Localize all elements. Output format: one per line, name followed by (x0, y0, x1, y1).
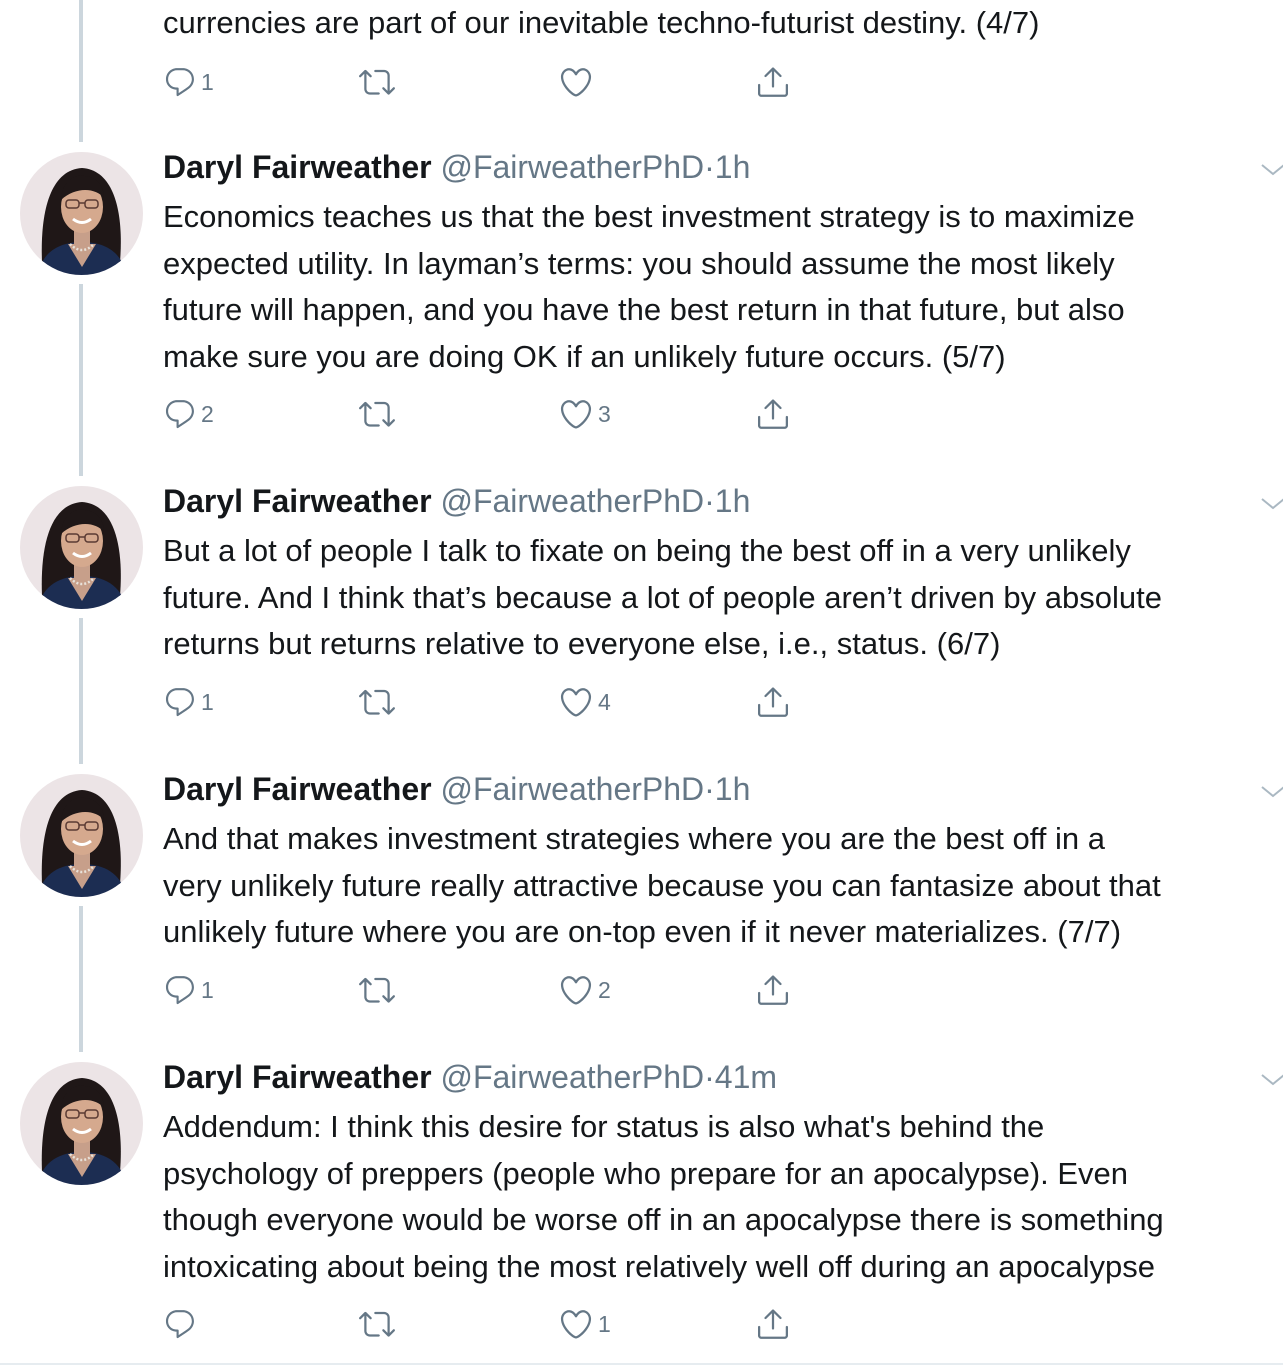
share-icon (755, 684, 791, 720)
like-count: 2 (598, 976, 611, 1003)
author-name[interactable]: Daryl Fairweather (163, 483, 432, 519)
reply-icon (163, 65, 197, 99)
share-button[interactable] (755, 1304, 791, 1344)
tweet-timestamp[interactable]: 1h (715, 771, 751, 807)
retweet-button[interactable] (359, 1304, 395, 1344)
author-name[interactable]: Daryl Fairweather (163, 1059, 432, 1095)
reply-icon (163, 973, 197, 1007)
like-button[interactable]: 2 (558, 970, 611, 1010)
author-handle[interactable]: @FairweatherPhD (440, 771, 704, 807)
share-icon (755, 396, 791, 432)
like-button[interactable]: 4 (558, 682, 611, 722)
share-icon (755, 64, 791, 100)
share-button[interactable] (755, 682, 791, 722)
tweet-menu-button[interactable] (1258, 776, 1283, 806)
reply-button[interactable]: 2 (163, 394, 214, 434)
chevron-down-icon (1258, 498, 1283, 522)
heart-icon (558, 396, 594, 432)
like-count: 4 (598, 688, 611, 715)
like-button[interactable]: 1 (558, 1304, 611, 1344)
reply-count: 1 (201, 688, 214, 715)
reply-count: 1 (201, 976, 214, 1003)
like-count: 1 (598, 1310, 611, 1337)
separator-dot: · (704, 149, 715, 185)
author-handle[interactable]: @FairweatherPhD (440, 149, 704, 185)
retweet-button[interactable] (359, 394, 395, 434)
retweet-button[interactable] (359, 970, 395, 1010)
author-name[interactable]: Daryl Fairweather (163, 771, 432, 807)
tweet-timestamp[interactable]: 1h (715, 483, 751, 519)
share-button[interactable] (755, 62, 791, 102)
share-button[interactable] (755, 970, 791, 1010)
tweet-header: Daryl Fairweather @FairweatherPhD·1h (163, 147, 750, 187)
retweet-icon (359, 972, 395, 1008)
share-icon (755, 1306, 791, 1342)
chevron-down-icon (1258, 786, 1283, 810)
reply-button[interactable]: 1 (163, 62, 214, 102)
reply-button[interactable] (163, 1304, 201, 1344)
chevron-down-icon (1258, 164, 1283, 188)
author-handle[interactable]: @FairweatherPhD (440, 1059, 704, 1095)
retweet-icon (359, 396, 395, 432)
tweet-text: Addendum: I think this desire for status… (163, 1109, 1164, 1284)
share-icon (755, 972, 791, 1008)
avatar[interactable] (20, 486, 143, 609)
heart-icon (558, 972, 594, 1008)
reply-count: 2 (201, 400, 214, 427)
like-button[interactable]: 3 (558, 394, 611, 434)
reply-button[interactable]: 1 (163, 682, 214, 722)
heart-icon (558, 684, 594, 720)
tweet[interactable]: Daryl Fairweather @FairweatherPhD·1h But… (0, 476, 1283, 756)
avatar[interactable] (20, 152, 143, 275)
retweet-button[interactable] (359, 682, 395, 722)
partial-tweet[interactable]: currencies are part of our inevitable te… (0, 0, 1283, 120)
tweet-menu-button[interactable] (1258, 488, 1283, 518)
reply-icon (163, 397, 197, 431)
tweet-text: currencies are part of our inevitable te… (163, 5, 1040, 40)
tweet-timestamp[interactable]: 41m (715, 1059, 777, 1095)
tweet-text: Economics teaches us that the best inves… (163, 199, 1135, 374)
separator-dot: · (704, 483, 715, 519)
chevron-down-icon (1258, 1074, 1283, 1098)
retweet-icon (359, 1306, 395, 1342)
avatar[interactable] (20, 774, 143, 897)
tweet-header: Daryl Fairweather @FairweatherPhD·1h (163, 769, 750, 809)
divider (0, 1363, 1283, 1365)
tweet-menu-button[interactable] (1258, 1064, 1283, 1094)
tweet-text: And that makes investment strategies whe… (163, 821, 1161, 949)
reply-count: 1 (201, 68, 214, 95)
tweet-header: Daryl Fairweather @FairweatherPhD·41m (163, 1057, 777, 1097)
retweet-icon (359, 684, 395, 720)
author-handle[interactable]: @FairweatherPhD (440, 483, 704, 519)
like-button[interactable] (558, 62, 598, 102)
retweet-button[interactable] (359, 62, 395, 102)
tweet[interactable]: Daryl Fairweather @FairweatherPhD·1h And… (0, 764, 1283, 1044)
author-name[interactable]: Daryl Fairweather (163, 149, 432, 185)
share-button[interactable] (755, 394, 791, 434)
tweet-text: But a lot of people I talk to fixate on … (163, 533, 1162, 661)
retweet-icon (359, 64, 395, 100)
heart-icon (558, 1306, 594, 1342)
tweet-header: Daryl Fairweather @FairweatherPhD·1h (163, 481, 750, 521)
tweet-menu-button[interactable] (1258, 154, 1283, 184)
tweet-timestamp[interactable]: 1h (715, 149, 751, 185)
like-count: 3 (598, 400, 611, 427)
tweet[interactable]: Daryl Fairweather @FairweatherPhD·1h Eco… (0, 142, 1283, 462)
reply-button[interactable]: 1 (163, 970, 214, 1010)
separator-dot: · (704, 771, 715, 807)
reply-icon (163, 1307, 197, 1341)
avatar[interactable] (20, 1062, 143, 1185)
tweet[interactable]: Daryl Fairweather @FairweatherPhD·41m Ad… (0, 1052, 1283, 1362)
reply-icon (163, 685, 197, 719)
separator-dot: · (704, 1059, 715, 1095)
heart-icon (558, 64, 594, 100)
